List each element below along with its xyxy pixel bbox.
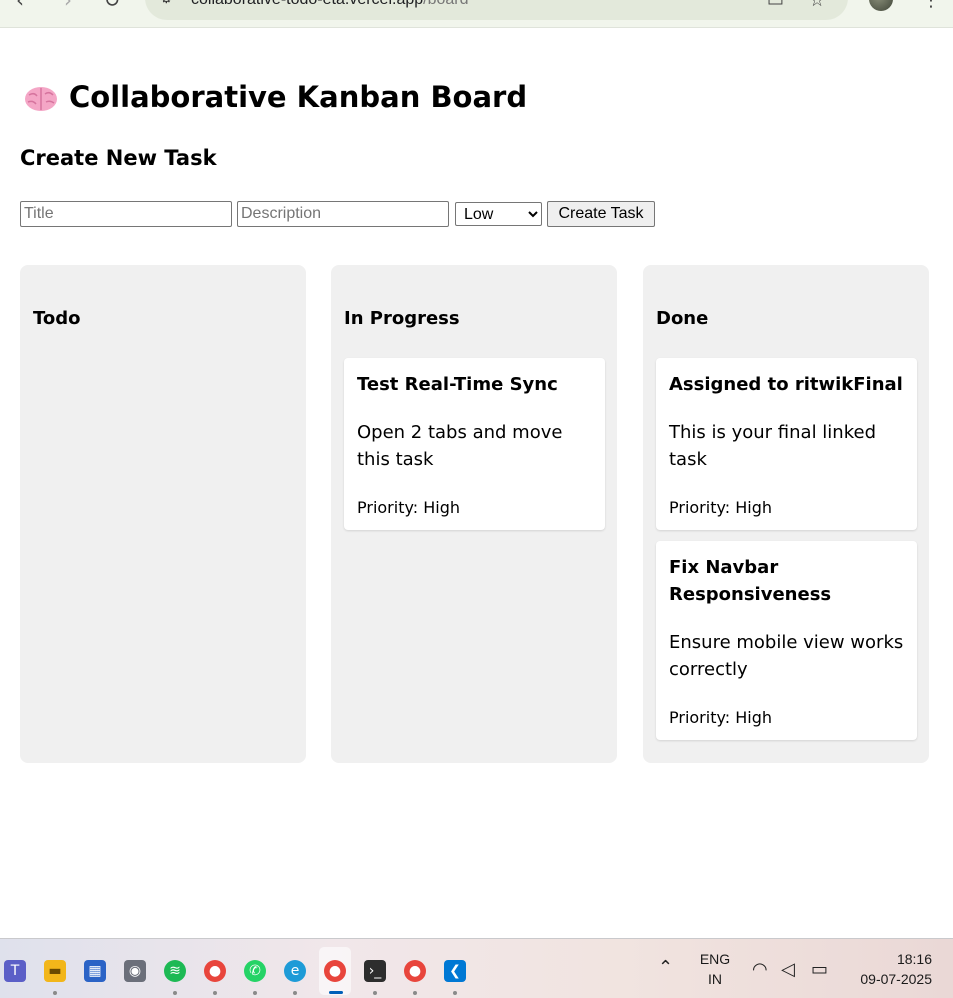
running-indicator <box>53 991 57 995</box>
task-card[interactable]: Test Real-Time Sync Open 2 tabs and move… <box>344 358 605 530</box>
create-task-button[interactable]: Create Task <box>547 201 655 227</box>
running-indicator <box>253 991 257 995</box>
install-app-icon[interactable]: ▭ <box>767 0 784 11</box>
url-text[interactable]: collaborative-todo-eta.vercel.app/board <box>191 0 469 9</box>
active-indicator <box>329 991 343 994</box>
language-indicator[interactable]: ENG <box>695 951 735 967</box>
wifi-icon[interactable]: ◠ <box>752 959 768 980</box>
create-task-heading: Create New Task <box>20 146 217 170</box>
site-info-icon[interactable]: ⚙ <box>160 0 173 7</box>
running-indicator <box>213 991 217 995</box>
column-todo[interactable]: Todo <box>20 265 306 763</box>
column-in-progress[interactable]: In Progress Test Real-Time Sync Open 2 t… <box>331 265 617 763</box>
page-title: Collaborative Kanban Board <box>23 80 527 114</box>
vscode-icon[interactable]: ❮ <box>444 960 466 982</box>
task-priority: Priority: High <box>669 708 773 727</box>
task-description: Ensure mobile view works correctly <box>669 632 904 680</box>
description-input[interactable] <box>237 201 449 227</box>
windows-taskbar: T ▬ ▦ ◉ ≋ ● ✆ e ● ›_ ● ❮ ⌃ ENG IN ◠ ◁ ▭ … <box>0 938 953 998</box>
forward-icon[interactable]: › <box>56 0 80 12</box>
running-indicator <box>173 991 177 995</box>
column-title: Done <box>656 308 709 329</box>
column-title: In Progress <box>344 308 460 329</box>
task-priority: Priority: High <box>357 498 461 517</box>
running-indicator <box>293 991 297 995</box>
chrome-profile-icon[interactable]: ● <box>204 960 226 982</box>
reload-icon[interactable]: ↻ <box>100 0 124 12</box>
column-done[interactable]: Done Assigned to ritwikFinal This is you… <box>643 265 929 763</box>
clock-time[interactable]: 18:16 <box>872 951 932 967</box>
store-icon[interactable]: ▦ <box>84 960 106 982</box>
clock-date[interactable]: 09-07-2025 <box>850 971 932 987</box>
task-title: Assigned to ritwikFinal <box>669 374 903 395</box>
chrome-profile-2-icon[interactable]: ● <box>404 960 426 982</box>
task-card[interactable]: Assigned to ritwikFinal This is your fin… <box>656 358 917 530</box>
camera-icon[interactable]: ◉ <box>124 960 146 982</box>
title-input[interactable] <box>20 201 232 227</box>
brain-icon <box>25 87 57 111</box>
running-indicator <box>373 991 377 995</box>
task-description: This is your final linked task <box>669 422 876 470</box>
chevron-up-icon[interactable]: ⌃ <box>658 957 673 978</box>
edge-icon[interactable]: e <box>284 960 306 982</box>
battery-icon[interactable]: ▭ <box>811 959 828 980</box>
page-title-text: Collaborative Kanban Board <box>69 80 528 114</box>
task-priority: Priority: High <box>669 498 773 517</box>
teams-icon[interactable]: T <box>4 960 26 982</box>
running-indicator <box>453 991 457 995</box>
profile-avatar[interactable] <box>869 0 893 11</box>
running-indicator <box>413 991 417 995</box>
region-indicator[interactable]: IN <box>695 971 735 987</box>
task-description: Open 2 tabs and move this task <box>357 422 563 470</box>
chrome-icon[interactable]: ● <box>324 960 346 982</box>
task-title: Fix Navbar Responsiveness <box>669 557 832 605</box>
task-title: Test Real-Time Sync <box>357 374 558 395</box>
browser-toolbar: ‹ › ↻ ⚙ collaborative-todo-eta.vercel.ap… <box>0 0 953 28</box>
task-card[interactable]: Fix Navbar Responsiveness Ensure mobile … <box>656 541 917 740</box>
back-icon[interactable]: ‹ <box>8 0 32 12</box>
spotify-icon[interactable]: ≋ <box>164 960 186 982</box>
volume-icon[interactable]: ◁ <box>781 959 795 980</box>
menu-icon[interactable]: ⋮ <box>922 0 940 11</box>
terminal-icon[interactable]: ›_ <box>364 960 386 982</box>
whatsapp-icon[interactable]: ✆ <box>244 960 266 982</box>
column-title: Todo <box>33 308 81 329</box>
bookmark-star-icon[interactable]: ☆ <box>809 0 825 11</box>
priority-select[interactable]: Low <box>455 202 542 226</box>
file-explorer-icon[interactable]: ▬ <box>44 960 66 982</box>
